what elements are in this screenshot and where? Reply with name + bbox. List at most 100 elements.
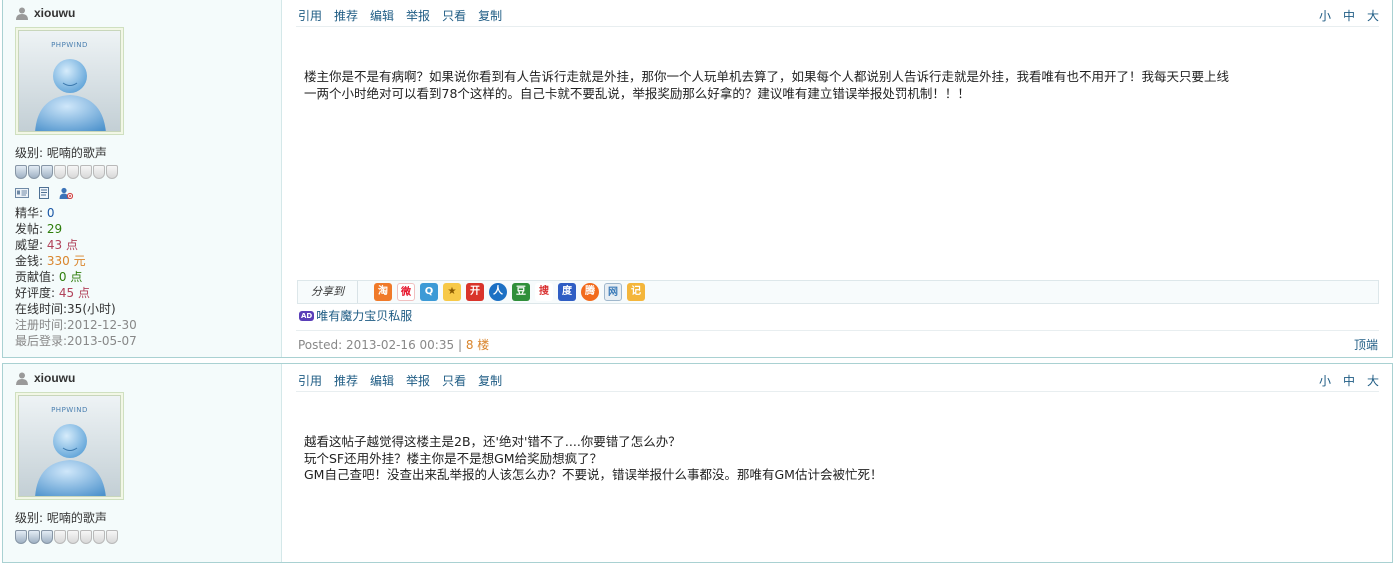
username[interactable]: xiouwu — [34, 6, 75, 20]
edit-button[interactable]: 编辑 — [370, 7, 394, 24]
medal-icon — [54, 530, 66, 544]
content-line: 一两个小时绝对可以看到78个这样的。自己卡就不要乱说，举报奖励那么好拿的？建议唯… — [304, 85, 970, 101]
qzone-icon[interactable]: Q — [420, 283, 438, 301]
medal-icon — [41, 530, 53, 544]
level-medals — [15, 530, 118, 544]
floor-number[interactable]: 8 楼 — [466, 338, 489, 352]
share-label: 分享到 — [298, 281, 358, 303]
level-medals — [15, 165, 118, 179]
back-to-top-link[interactable]: 顶端 — [1354, 336, 1378, 353]
163-note-icon[interactable]: 记 — [627, 283, 645, 301]
only-author-button[interactable]: 只看 — [442, 7, 466, 24]
font-medium-button[interactable]: 中 — [1343, 7, 1355, 24]
font-size-controls: 小 中 大 — [1319, 7, 1379, 24]
level-label: 级别: — [15, 511, 44, 525]
medal-icon — [106, 530, 118, 544]
font-medium-button[interactable]: 中 — [1343, 372, 1355, 389]
user-sidebar: xiouwu PHPWIND 级别: 呢喃的歌声 — [3, 0, 282, 357]
medal-icon — [80, 530, 92, 544]
renren-icon[interactable]: 人 — [489, 283, 507, 301]
medal-icon — [80, 165, 92, 179]
level-label: 级别: — [15, 146, 44, 160]
user-stats: 精华: 0 发帖: 29 威望: 43 点 金钱: 330 元 贡献值: 0 点… — [15, 205, 137, 349]
font-small-button[interactable]: 小 — [1319, 7, 1331, 24]
stat-digest: 精华: 0 — [15, 206, 55, 220]
medal-icon — [93, 165, 105, 179]
divider — [296, 391, 1379, 392]
report-button[interactable]: 举报 — [406, 372, 430, 389]
content-line: 楼主你是不是有病啊？如果说你看到有人告诉行走就是外挂，那你一个人玩单机去算了，如… — [304, 69, 1230, 84]
user-posts-icon[interactable] — [37, 187, 51, 199]
stat-prestige: 威望: 43 点 — [15, 238, 78, 252]
medal-icon — [54, 165, 66, 179]
recommend-button[interactable]: 推荐 — [334, 7, 358, 24]
medal-icon — [41, 165, 53, 179]
post-content: 越看这帖子越觉得这楼主是2B，还'绝对'错不了....你要错了怎么办？ 玩个SF… — [304, 434, 1352, 484]
qq-favorites-icon[interactable]: ★ — [443, 283, 461, 301]
douban-icon[interactable]: 豆 — [512, 283, 530, 301]
avatar[interactable]: PHPWIND — [15, 392, 124, 500]
post-2: xiouwu PHPWIND 级别: 呢喃的歌声 引用 推荐 编辑 举报 只看 … — [2, 363, 1393, 563]
medal-icon — [28, 530, 40, 544]
report-button[interactable]: 举报 — [406, 7, 430, 24]
stat-register-time: 注册时间:2012-12-30 — [15, 318, 137, 332]
post-content: 楼主你是不是有病啊？如果说你看到有人告诉行走就是外挂，那你一个人玩单机去算了，如… — [304, 69, 1352, 102]
level-line: 级别: 呢喃的歌声 — [15, 145, 107, 161]
stat-contribution: 贡献值: 0 点 — [15, 270, 83, 284]
weibo-icon[interactable]: 微 — [397, 283, 415, 301]
tencent-weibo-icon[interactable]: 腾 — [581, 283, 599, 301]
default-avatar-icon — [35, 424, 106, 496]
sohu-icon[interactable]: 搜 — [535, 283, 553, 301]
copy-button[interactable]: 复制 — [478, 7, 502, 24]
stat-posts: 发帖: 29 — [15, 222, 63, 236]
medal-icon — [67, 165, 79, 179]
edit-button[interactable]: 编辑 — [370, 372, 394, 389]
stat-online-time: 在线时间:35(小时) — [15, 302, 116, 316]
posted-time: Posted: 2013-02-16 00:35 — [298, 338, 455, 352]
user-action-icons — [15, 187, 73, 199]
username-line: xiouwu — [15, 5, 75, 21]
stat-reputation: 好评度: 45 点 — [15, 286, 90, 300]
font-large-button[interactable]: 大 — [1367, 7, 1379, 24]
netease-icon[interactable]: 网 — [604, 283, 622, 301]
quote-button[interactable]: 引用 — [298, 372, 322, 389]
level-value: 呢喃的歌声 — [46, 511, 107, 525]
divider — [296, 26, 1379, 27]
avatar[interactable]: PHPWIND — [15, 27, 124, 135]
font-small-button[interactable]: 小 — [1319, 372, 1331, 389]
default-avatar-icon — [35, 59, 106, 131]
font-size-controls: 小 中 大 — [1319, 372, 1379, 389]
content-line: 越看这帖子越觉得这楼主是2B，还'绝对'错不了....你要错了怎么办？ — [304, 434, 681, 449]
baidu-icon[interactable]: 度 — [558, 283, 576, 301]
username[interactable]: xiouwu — [34, 371, 75, 385]
post-main: 引用 推荐 编辑 举报 只看 复制 小 中 大 楼主你是不是有病啊？如果说你看到… — [283, 0, 1392, 357]
level-line: 级别: 呢喃的歌声 — [15, 510, 107, 526]
username-line: xiouwu — [15, 370, 75, 386]
content-line: 玩个SF还用外挂？楼主你是不是想GM给奖励想疯了？ — [304, 450, 603, 466]
copy-button[interactable]: 复制 — [478, 372, 502, 389]
medal-icon — [106, 165, 118, 179]
recommend-button[interactable]: 推荐 — [334, 372, 358, 389]
taobao-icon[interactable]: 淘 — [374, 283, 392, 301]
divider — [296, 330, 1379, 331]
ad-link[interactable]: 唯有魔力宝贝私服 — [316, 307, 412, 324]
medal-icon — [28, 165, 40, 179]
stat-last-login: 最后登录:2013-05-07 — [15, 334, 137, 348]
profile-card-icon[interactable] — [15, 187, 29, 199]
share-bar: 分享到 淘 微 Q ★ 开 人 豆 搜 度 腾 网 记 — [297, 280, 1379, 304]
ad-badge: AD — [299, 310, 315, 321]
add-friend-icon[interactable] — [59, 187, 73, 199]
user-icon — [16, 7, 28, 20]
post-main: 引用 推荐 编辑 举报 只看 复制 小 中 大 越看这帖子越觉得这楼主是2B，还… — [283, 364, 1392, 562]
level-value: 呢喃的歌声 — [46, 146, 107, 160]
quote-button[interactable]: 引用 — [298, 7, 322, 24]
medal-icon — [15, 165, 27, 179]
post-1: xiouwu PHPWIND 级别: 呢喃的歌声 精华: 0 发帖: 29 威望… — [2, 0, 1393, 358]
font-large-button[interactable]: 大 — [1367, 372, 1379, 389]
kaixin-icon[interactable]: 开 — [466, 283, 484, 301]
post-actions: 引用 推荐 编辑 举报 只看 复制 — [298, 372, 502, 389]
post-actions: 引用 推荐 编辑 举报 只看 复制 — [298, 7, 502, 24]
only-author-button[interactable]: 只看 — [442, 372, 466, 389]
post-meta: Posted: 2013-02-16 00:35 | 8 楼 — [298, 336, 489, 353]
medal-icon — [93, 530, 105, 544]
